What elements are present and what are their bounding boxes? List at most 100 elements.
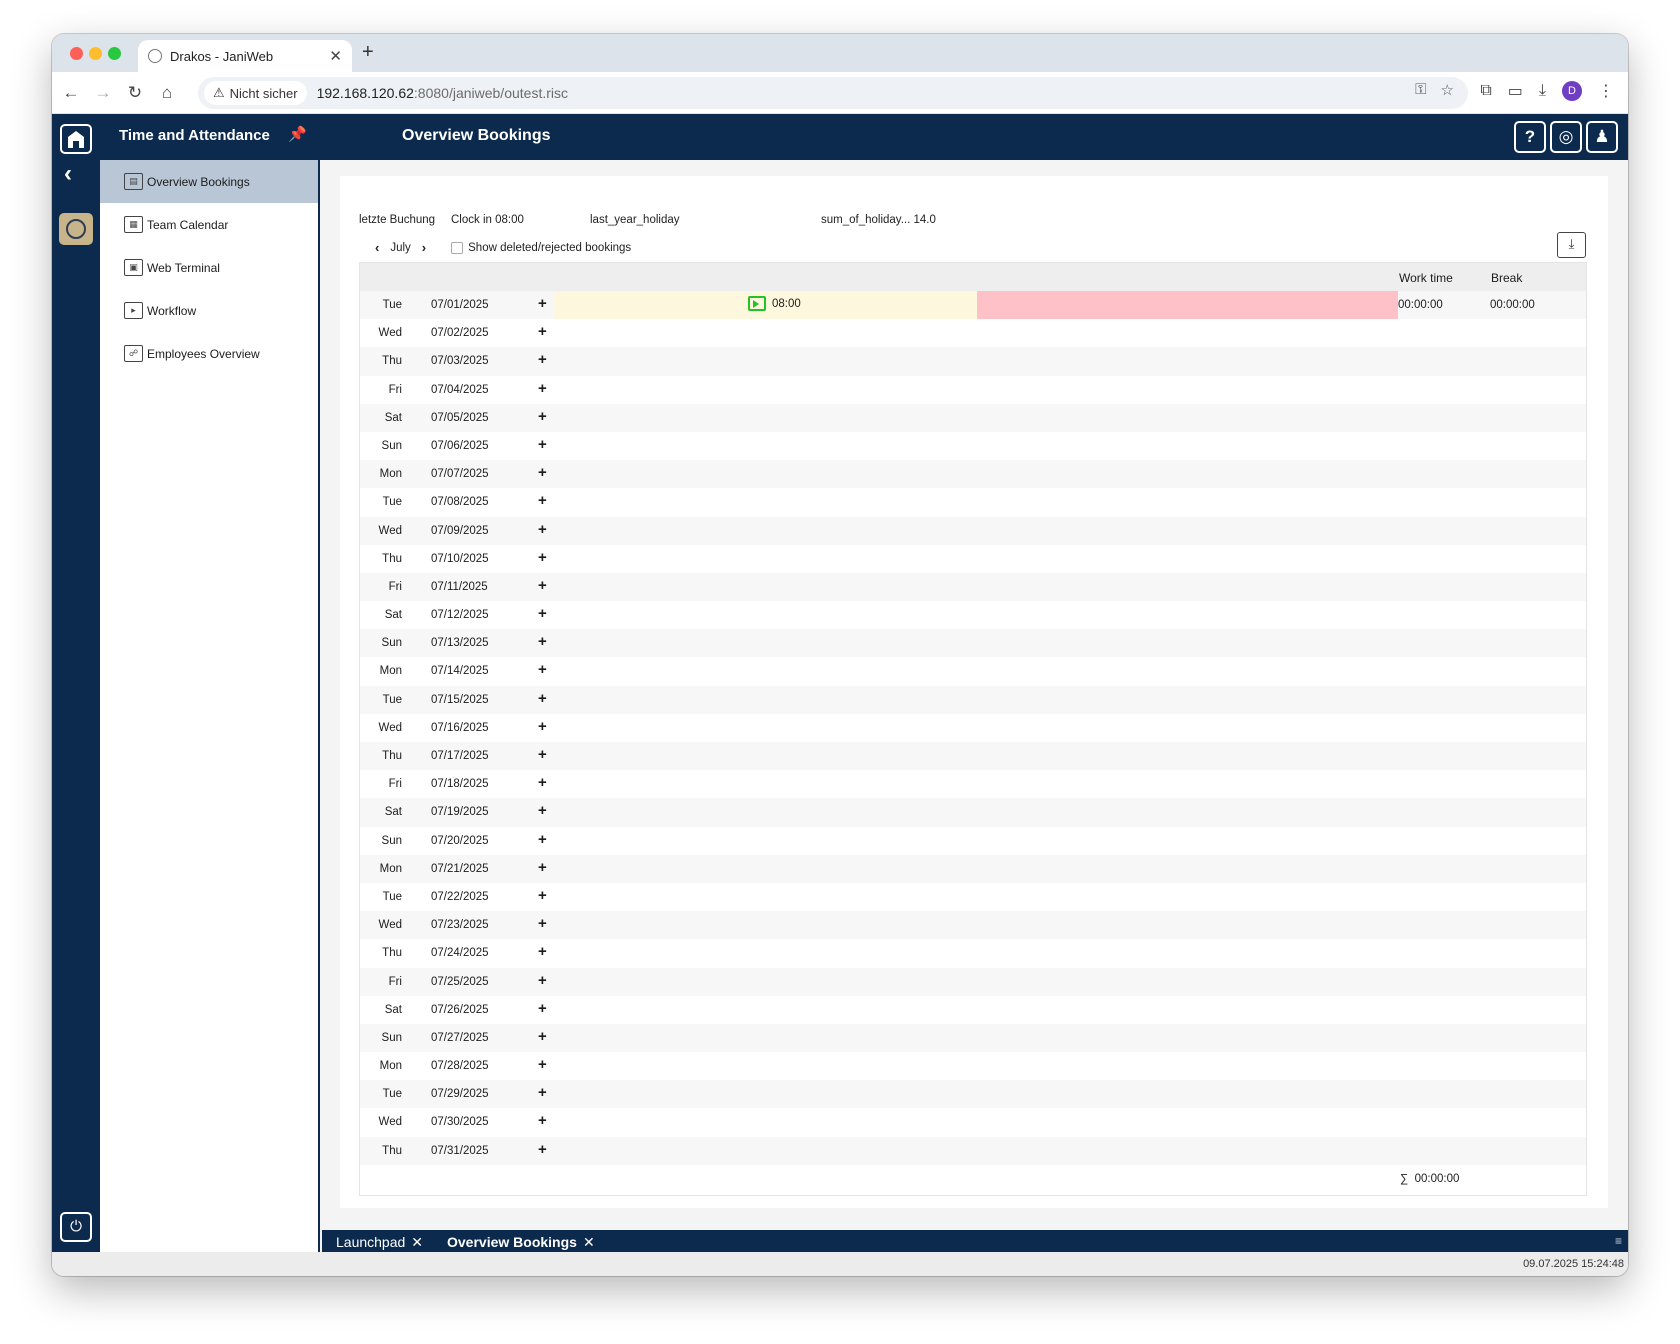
add-booking-button[interactable]: + [538, 549, 547, 566]
add-booking-button[interactable]: + [538, 887, 547, 904]
add-booking-button[interactable]: + [538, 1141, 547, 1158]
sidebar-item-employees-overview[interactable]: ☍ Employees Overview [100, 332, 318, 375]
add-booking-button[interactable]: + [538, 972, 547, 989]
add-booking-button[interactable]: + [538, 577, 547, 594]
reload-icon[interactable]: ↻ [124, 81, 146, 105]
add-booking-button[interactable]: + [538, 915, 547, 932]
chat-icon[interactable]: ◎ [1550, 121, 1582, 153]
tab-launchpad[interactable]: Launchpad ✕ [336, 1234, 423, 1251]
download-icon[interactable]: ⤓ [1539, 82, 1546, 100]
add-booking-button[interactable]: + [538, 633, 547, 650]
power-icon[interactable]: ⏻ [60, 1212, 92, 1242]
menu-icon[interactable]: ⋮ [1598, 81, 1614, 101]
add-booking-button[interactable]: + [538, 1028, 547, 1045]
add-booking-button[interactable]: + [538, 661, 547, 678]
add-booking-button[interactable]: + [538, 380, 547, 397]
add-booking-button[interactable]: + [538, 295, 547, 312]
table-row: Sun 07/27/2025 + [360, 1023, 1586, 1053]
employees-icon: ☍ [124, 345, 143, 362]
minimize-window-button[interactable] [89, 47, 102, 60]
address-bar[interactable]: ⚠ Nicht sicher 192.168.120.62:8080/janiw… [198, 77, 1468, 109]
table-row: Wed 07/30/2025 + [360, 1108, 1586, 1137]
last-booking-value: Clock in 08:00 [451, 214, 524, 226]
add-booking-button[interactable]: + [538, 1056, 547, 1073]
sidebar-item-team-calendar[interactable]: ▦ Team Calendar [100, 203, 318, 246]
bookings-panel: letzte Buchung Clock in 08:00 last_year_… [340, 176, 1608, 1208]
add-booking-button[interactable]: + [538, 859, 547, 876]
sidebar-item-web-terminal[interactable]: ▣ Web Terminal [100, 246, 318, 289]
add-booking-button[interactable]: + [538, 718, 547, 735]
day-cell: Sat [384, 1003, 402, 1016]
missing-time-bar [977, 291, 1398, 319]
home-icon[interactable]: ⌂ [156, 81, 178, 105]
add-booking-button[interactable]: + [538, 774, 547, 791]
sidebar-item-label: Team Calendar [147, 217, 229, 232]
add-booking-button[interactable]: + [538, 1000, 547, 1017]
status-datetime: 09.07.2025 15:24:48 [1523, 1258, 1624, 1270]
help-icon[interactable]: ? [1514, 121, 1546, 153]
month-label: July [390, 241, 411, 254]
date-cell: 07/19/2025 [431, 806, 489, 819]
pin-icon[interactable]: 📌 [288, 125, 307, 143]
key-icon[interactable]: ⚿ [1415, 81, 1426, 99]
add-booking-button[interactable]: + [538, 831, 547, 848]
add-booking-button[interactable]: + [538, 492, 547, 509]
add-booking-button[interactable]: + [538, 408, 547, 425]
browser-tab[interactable]: Drakos - JaniWeb ✕ [138, 40, 352, 72]
collapse-sidebar-icon[interactable]: ‹ [64, 160, 72, 188]
holiday-label: last_year_holiday [590, 214, 680, 226]
add-booking-button[interactable]: + [538, 802, 547, 819]
back-icon[interactable]: ← [60, 81, 82, 105]
user-icon[interactable]: ♟ [1586, 121, 1618, 153]
prev-month-icon[interactable]: ‹ [370, 240, 384, 255]
date-cell: 07/04/2025 [431, 383, 489, 396]
clock-in-marker[interactable]: 08:00 [748, 296, 801, 311]
add-booking-button[interactable]: + [538, 323, 547, 340]
new-tab-icon[interactable]: + [362, 41, 374, 64]
star-icon[interactable]: ☆ [1441, 81, 1454, 99]
add-booking-button[interactable]: + [538, 746, 547, 763]
close-tab-icon[interactable]: ✕ [411, 1234, 423, 1250]
show-deleted-checkbox[interactable] [451, 241, 464, 254]
add-booking-button[interactable]: + [538, 351, 547, 368]
maximize-window-button[interactable] [108, 47, 121, 60]
day-cell: Fri [388, 383, 402, 396]
export-icon[interactable]: ⤓ [1557, 232, 1586, 258]
add-booking-button[interactable]: + [538, 521, 547, 538]
browser-window: Drakos - JaniWeb ✕ + ← → ↻ ⌂ ⚠ Nicht sic… [52, 34, 1628, 1276]
sidebar-item-overview-bookings[interactable]: ▤ Overview Bookings [100, 160, 318, 203]
date-cell: 07/20/2025 [431, 834, 489, 847]
day-cell: Sun [381, 834, 402, 847]
table-row: Wed 07/23/2025 + [360, 911, 1586, 940]
add-booking-button[interactable]: + [538, 690, 547, 707]
table-row: Sat 07/05/2025 + [360, 403, 1586, 432]
day-cell: Tue [382, 890, 402, 903]
profile-avatar[interactable]: D [1562, 81, 1582, 101]
work-time-cell: 00:00:00 [1398, 299, 1443, 311]
day-cell: Wed [378, 327, 402, 340]
day-cell: Wed [378, 721, 402, 734]
sidebar-item-workflow[interactable]: ▸ Workflow [100, 289, 318, 332]
day-cell: Fri [388, 580, 402, 593]
add-booking-button[interactable]: + [538, 1112, 547, 1129]
security-chip[interactable]: ⚠ Nicht sicher [204, 81, 307, 105]
add-booking-button[interactable]: + [538, 943, 547, 960]
close-window-button[interactable] [70, 47, 83, 60]
forward-icon[interactable]: → [92, 81, 114, 105]
add-booking-button[interactable]: + [538, 436, 547, 453]
add-booking-button[interactable]: + [538, 1084, 547, 1101]
extensions-icon[interactable]: ⧉ [1480, 82, 1491, 100]
close-tab-icon[interactable]: ✕ [583, 1234, 595, 1250]
close-tab-icon[interactable]: ✕ [329, 47, 342, 65]
table-row: Tue 07/29/2025 + [360, 1080, 1586, 1109]
status-bar: 09.07.2025 15:24:48 [52, 1252, 1628, 1276]
table-row: Fri 07/04/2025 + [360, 375, 1586, 404]
home-icon[interactable] [60, 124, 92, 154]
add-booking-button[interactable]: + [538, 464, 547, 481]
add-booking-button[interactable]: + [538, 605, 547, 622]
cast-icon[interactable]: ▭ [1508, 81, 1523, 101]
tab-menu-icon[interactable]: ≡ [1615, 1234, 1622, 1248]
next-month-icon[interactable]: › [417, 240, 431, 255]
clock-icon[interactable] [59, 213, 93, 245]
table-row: Fri 07/25/2025 + [360, 967, 1586, 996]
